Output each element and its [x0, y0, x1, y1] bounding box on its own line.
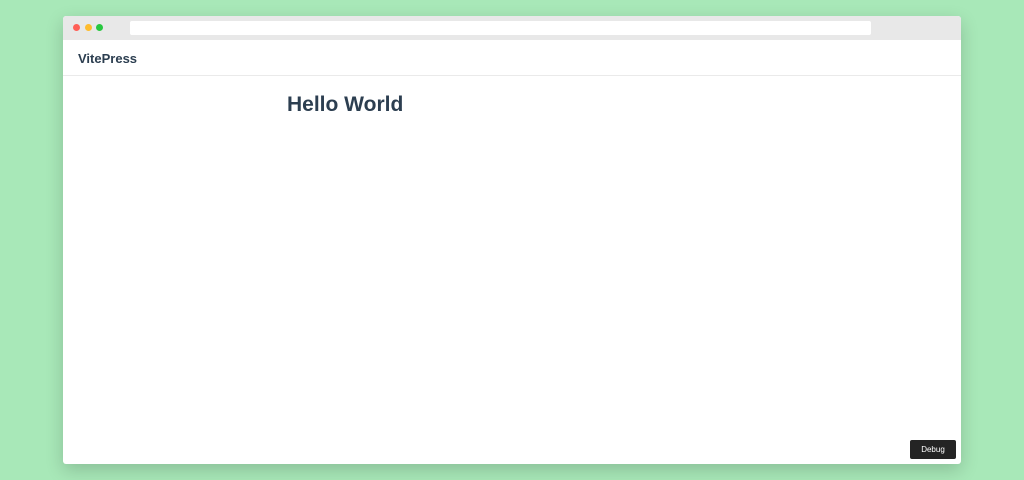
page-content: Hello World Debug: [63, 76, 961, 464]
page-heading: Hello World: [287, 93, 404, 116]
site-navbar: VitePress: [63, 40, 961, 76]
maximize-window-icon[interactable]: [96, 24, 103, 31]
debug-button[interactable]: Debug: [910, 440, 956, 459]
address-bar[interactable]: [130, 21, 871, 35]
browser-titlebar: [63, 16, 961, 40]
minimize-window-icon[interactable]: [85, 24, 92, 31]
close-window-icon[interactable]: [73, 24, 80, 31]
browser-window: VitePress Hello World Debug: [63, 16, 961, 464]
site-title-link[interactable]: VitePress: [78, 51, 137, 66]
